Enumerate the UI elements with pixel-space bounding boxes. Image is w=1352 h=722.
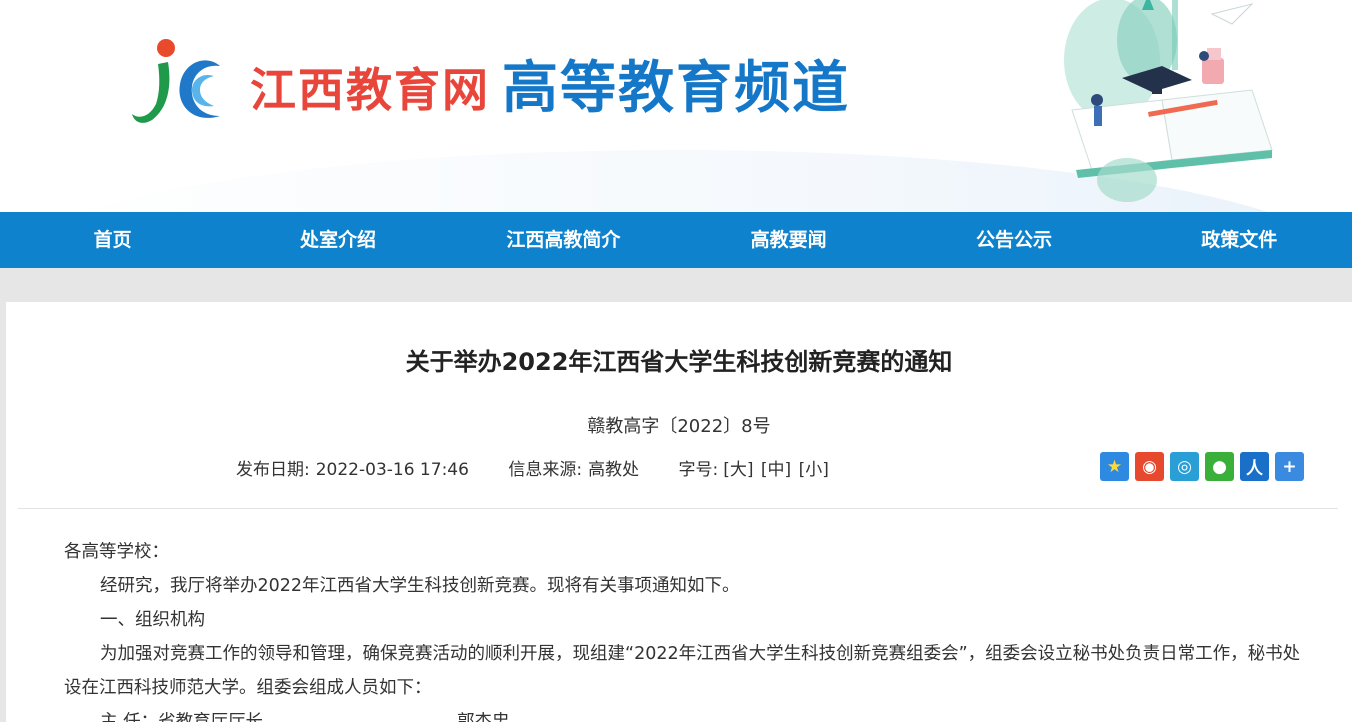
channel-name: 高等教育频道: [502, 56, 850, 121]
section-heading-organization: 一、组织机构: [100, 610, 205, 630]
renren-icon[interactable]: 人: [1240, 452, 1269, 481]
more-share-icon[interactable]: +: [1275, 452, 1304, 481]
article-meta: 发布日期: 2022-03-16 17:46 信息来源: 高教处 字号: [大] [中…: [236, 455, 864, 480]
font-size-large-link[interactable]: [大]: [723, 460, 753, 480]
intro-paragraph: 经研究，我厅将举办2022年江西省大学生科技创新竞赛。现将有关事项通知如下。: [100, 576, 740, 596]
member-role: 主 任：省教育厅厅长: [100, 712, 264, 722]
article-title: 关于举办2022年江西省大学生科技创新竞赛的通知: [405, 348, 953, 376]
organization-paragraph: 为加强对竞赛工作的领导和管理，确保竞赛活动的顺利开展，现组建“2022年江西省大…: [64, 644, 1301, 698]
wechat-icon[interactable]: ●: [1205, 452, 1234, 481]
info-source-value: 高教处: [588, 460, 640, 480]
nav-department-intro[interactable]: 处室介绍: [225, 212, 450, 268]
font-size-small-link[interactable]: [小]: [799, 460, 829, 480]
document-number: 赣教高字〔2022〕8号: [587, 416, 771, 437]
publish-date-label: 发布日期:: [236, 460, 310, 480]
info-source: 信息来源: 高教处: [508, 460, 639, 480]
main-nav: 首页 处室介绍 江西高教简介 高教要闻 公告公示 政策文件: [0, 212, 1352, 268]
info-source-label: 信息来源:: [508, 460, 583, 480]
site-header: 江西教育网 高等教育频道: [0, 0, 1352, 212]
tencent-weibo-icon[interactable]: ◎: [1170, 452, 1199, 481]
nav-home[interactable]: 首页: [0, 212, 225, 268]
share-toolbar: ★ ◉ ◎ ● 人 +: [1100, 452, 1304, 481]
publish-date: 发布日期: 2022-03-16 17:46: [236, 460, 469, 480]
member-name: 郭杰忠: [457, 712, 510, 722]
site-name[interactable]: 江西教育网: [250, 62, 490, 118]
font-size-medium-link[interactable]: [中]: [761, 460, 791, 480]
nav-announcements[interactable]: 公告公示: [901, 212, 1126, 268]
jc-logo-icon[interactable]: [128, 36, 224, 132]
nav-policy-documents[interactable]: 政策文件: [1127, 212, 1352, 268]
nav-higher-ed-news[interactable]: 高教要闻: [676, 212, 901, 268]
article-body: 各高等学校： 经研究，我厅将举办2022年江西省大学生科技创新竞赛。现将有关事项…: [64, 535, 1314, 722]
font-size-label: 字号:: [678, 460, 719, 480]
salutation: 各高等学校：: [64, 542, 169, 562]
meta-divider: [18, 508, 1338, 509]
weibo-icon[interactable]: ◉: [1135, 452, 1164, 481]
article-card: 关于举办2022年江西省大学生科技创新竞赛的通知 赣教高字〔2022〕8号 发布…: [6, 302, 1352, 722]
font-size-selector: 字号: [大] [中] [小]: [678, 460, 829, 480]
committee-member-row: 主 任：省教育厅厅长 郭杰忠: [64, 705, 1314, 722]
publish-date-value: 2022-03-16 17:46: [315, 460, 469, 480]
favorite-star-icon[interactable]: ★: [1100, 452, 1129, 481]
nav-jiangxi-higher-ed-intro[interactable]: 江西高教简介: [451, 212, 676, 268]
education-illustration-icon: [1064, 0, 1273, 202]
